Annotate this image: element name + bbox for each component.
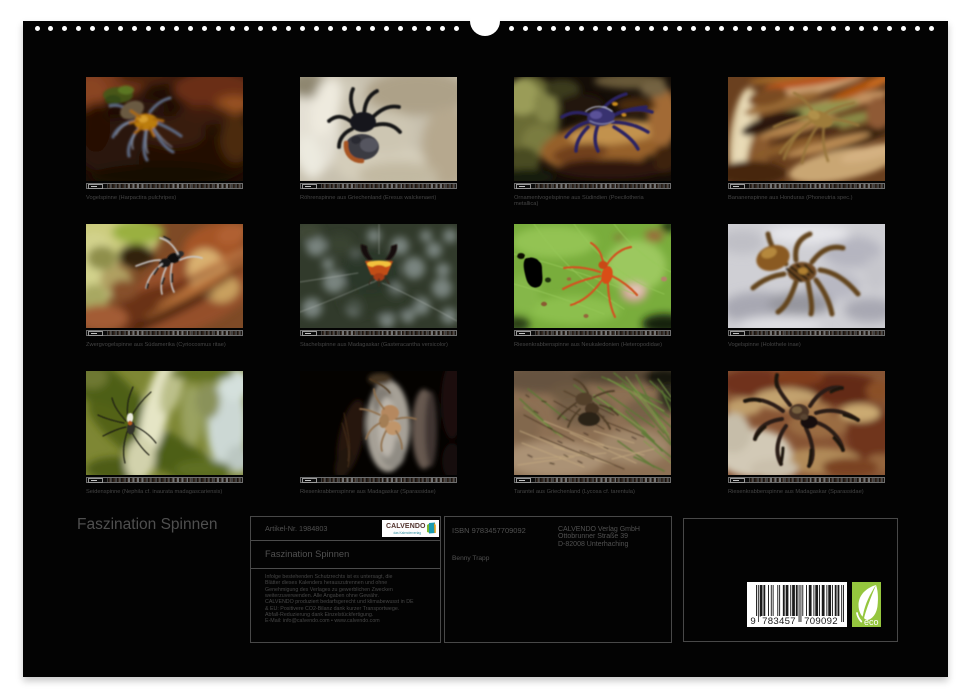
svg-text:eco: eco (864, 617, 879, 627)
